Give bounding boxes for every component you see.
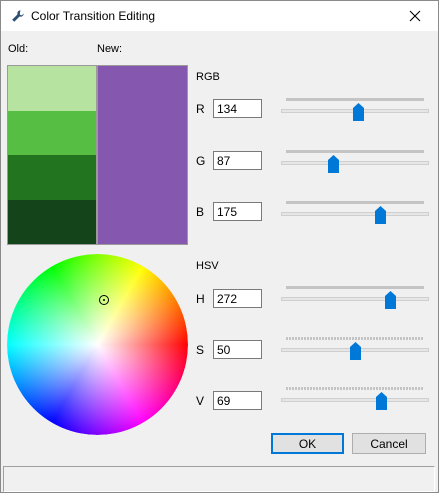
old-color-swatches — [7, 65, 97, 245]
g-slider[interactable] — [281, 150, 429, 176]
rgb-section-label: RGB — [196, 71, 220, 83]
b-input[interactable] — [213, 202, 262, 221]
v-label: V — [196, 394, 205, 408]
cancel-button[interactable]: Cancel — [352, 433, 426, 454]
v-slider-thumb[interactable] — [376, 392, 387, 410]
s-slider[interactable] — [281, 337, 429, 363]
hsv-section-label: HSV — [196, 260, 219, 272]
status-bar — [3, 466, 435, 492]
h-slider[interactable] — [281, 286, 429, 312]
g-label: G — [196, 154, 206, 168]
s-slider-thumb[interactable] — [350, 342, 361, 360]
r-slider[interactable] — [281, 98, 429, 124]
b-slider[interactable] — [281, 201, 429, 227]
r-label: R — [196, 102, 205, 116]
h-input[interactable] — [213, 289, 262, 308]
old-swatch-3 — [8, 155, 96, 200]
window-title: Color Transition Editing — [31, 9, 156, 23]
b-label: B — [196, 205, 205, 219]
title-bar: Color Transition Editing — [1, 1, 438, 31]
close-button[interactable] — [392, 1, 438, 31]
h-label: H — [196, 292, 205, 306]
h-slider-thumb[interactable] — [385, 291, 396, 309]
old-label: Old: — [8, 43, 29, 55]
r-input[interactable] — [213, 99, 262, 118]
g-slider-thumb[interactable] — [328, 155, 339, 173]
ok-button[interactable]: OK — [271, 433, 344, 454]
v-input[interactable] — [213, 391, 262, 410]
v-slider[interactable] — [281, 387, 429, 413]
s-label: S — [196, 343, 205, 357]
r-slider-thumb[interactable] — [353, 103, 364, 121]
old-swatch-1 — [8, 66, 96, 111]
s-input[interactable] — [213, 340, 262, 359]
new-color-swatch — [97, 65, 188, 245]
close-icon — [409, 10, 421, 22]
old-swatch-2 — [8, 110, 96, 155]
g-input[interactable] — [213, 151, 262, 170]
color-wheel-marker[interactable] — [99, 295, 109, 305]
wrench-icon — [12, 10, 24, 22]
b-slider-thumb[interactable] — [375, 206, 386, 224]
old-swatch-4 — [8, 199, 96, 244]
new-label: New: — [97, 43, 123, 55]
color-transition-dialog: Color Transition Editing Old: New: RGB H… — [0, 0, 439, 493]
color-wheel[interactable] — [7, 254, 188, 435]
